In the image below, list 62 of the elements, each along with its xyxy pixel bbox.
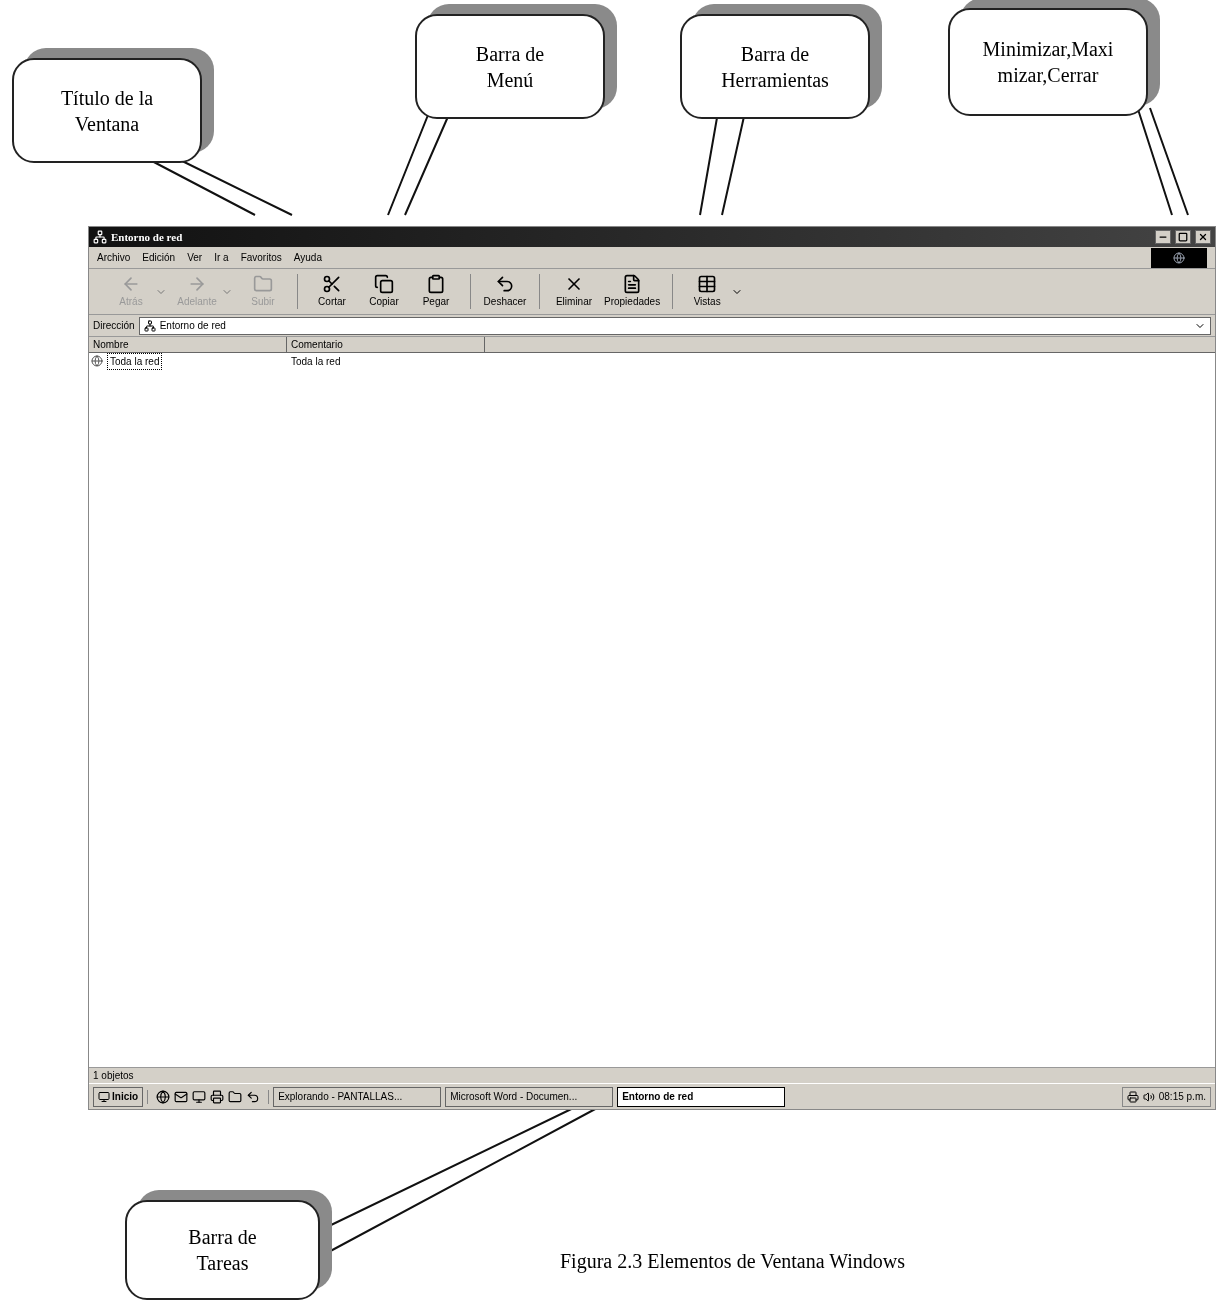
callout-text: Herramientas [721,67,829,93]
column-header[interactable]: Comentario [287,337,485,352]
callout-text: Barra de [188,1225,257,1250]
taskbar-button[interactable]: Explorando - PANTALLAS... [273,1086,442,1107]
callout-text: Tareas [196,1251,249,1276]
globe-icon[interactable] [156,1089,171,1104]
menu-item[interactable]: Archivo [97,250,131,265]
table-icon [697,274,718,294]
scissors-icon [322,274,342,294]
taskbar-button[interactable]: Microsoft Word - Documen... [445,1086,614,1107]
undo-icon [495,274,515,294]
window-title: Entorno de red [111,229,183,245]
taskbar-button[interactable]: Entorno de red [617,1086,786,1107]
callout-text: Menú [486,67,534,93]
callout-text: Barra de [740,41,810,67]
minimize-button[interactable] [1155,230,1171,244]
copy-icon [374,274,394,294]
monitor-icon[interactable] [192,1089,207,1104]
close-button[interactable] [1195,230,1211,244]
toolbar-button[interactable]: Pegar [414,274,458,309]
undo-icon[interactable] [246,1089,261,1104]
menu-item[interactable]: Edición [142,250,176,265]
speaker-icon [1142,1090,1155,1103]
clipboard-icon [426,274,446,294]
figure-caption: Figura 2.3 Elementos de Ventana Windows [560,1249,906,1275]
document-icon [622,274,643,294]
menu-item[interactable]: Ver [187,250,203,265]
list-item[interactable]: Toda la red [107,352,163,370]
close-icon [1198,232,1208,242]
address-field[interactable]: Entorno de red [138,316,1211,335]
printer-icon [1126,1090,1139,1103]
table-cell-text: Toda la red [290,354,342,369]
callout-text: Barra de [475,41,545,67]
status-bar: 1 objetos [89,1067,1215,1083]
start-button[interactable]: Inicio [93,1086,144,1107]
column-header[interactable]: Nombre [89,337,287,352]
callout-text: Minimizar,Maxi [982,37,1114,62]
clock: 08:15 p.m. [1158,1090,1206,1104]
toolbar-button[interactable]: Vistas [685,274,744,309]
mail-icon[interactable] [174,1089,189,1104]
globe-icon [91,355,103,367]
address-label: Dirección [93,319,135,333]
maximize-button[interactable] [1175,230,1191,244]
toolbar-button[interactable]: Deshacer [483,274,527,309]
menu-item[interactable]: Ir a [214,250,229,265]
callout-text: mizar,Cerrar [997,63,1099,88]
menu-item[interactable]: Favoritos [240,250,282,265]
menu-item[interactable]: Ayuda [293,250,322,265]
folder-icon[interactable] [228,1089,243,1104]
toolbar-button[interactable]: Cortar [310,274,354,309]
network-icon [93,230,107,244]
folder-icon [253,274,273,294]
toolbar-button[interactable]: Eliminar [552,274,596,309]
callout-text: Título de la [60,85,154,111]
network-icon [143,319,156,332]
printer-icon[interactable] [210,1089,225,1104]
monitor-icon [98,1090,110,1103]
maximize-icon [1178,232,1188,242]
callout-text: Ventana [74,111,140,137]
toolbar-button[interactable]: Propiedades [604,274,661,309]
toolbar-button[interactable]: Copiar [362,274,406,309]
globe-icon [1173,251,1185,264]
